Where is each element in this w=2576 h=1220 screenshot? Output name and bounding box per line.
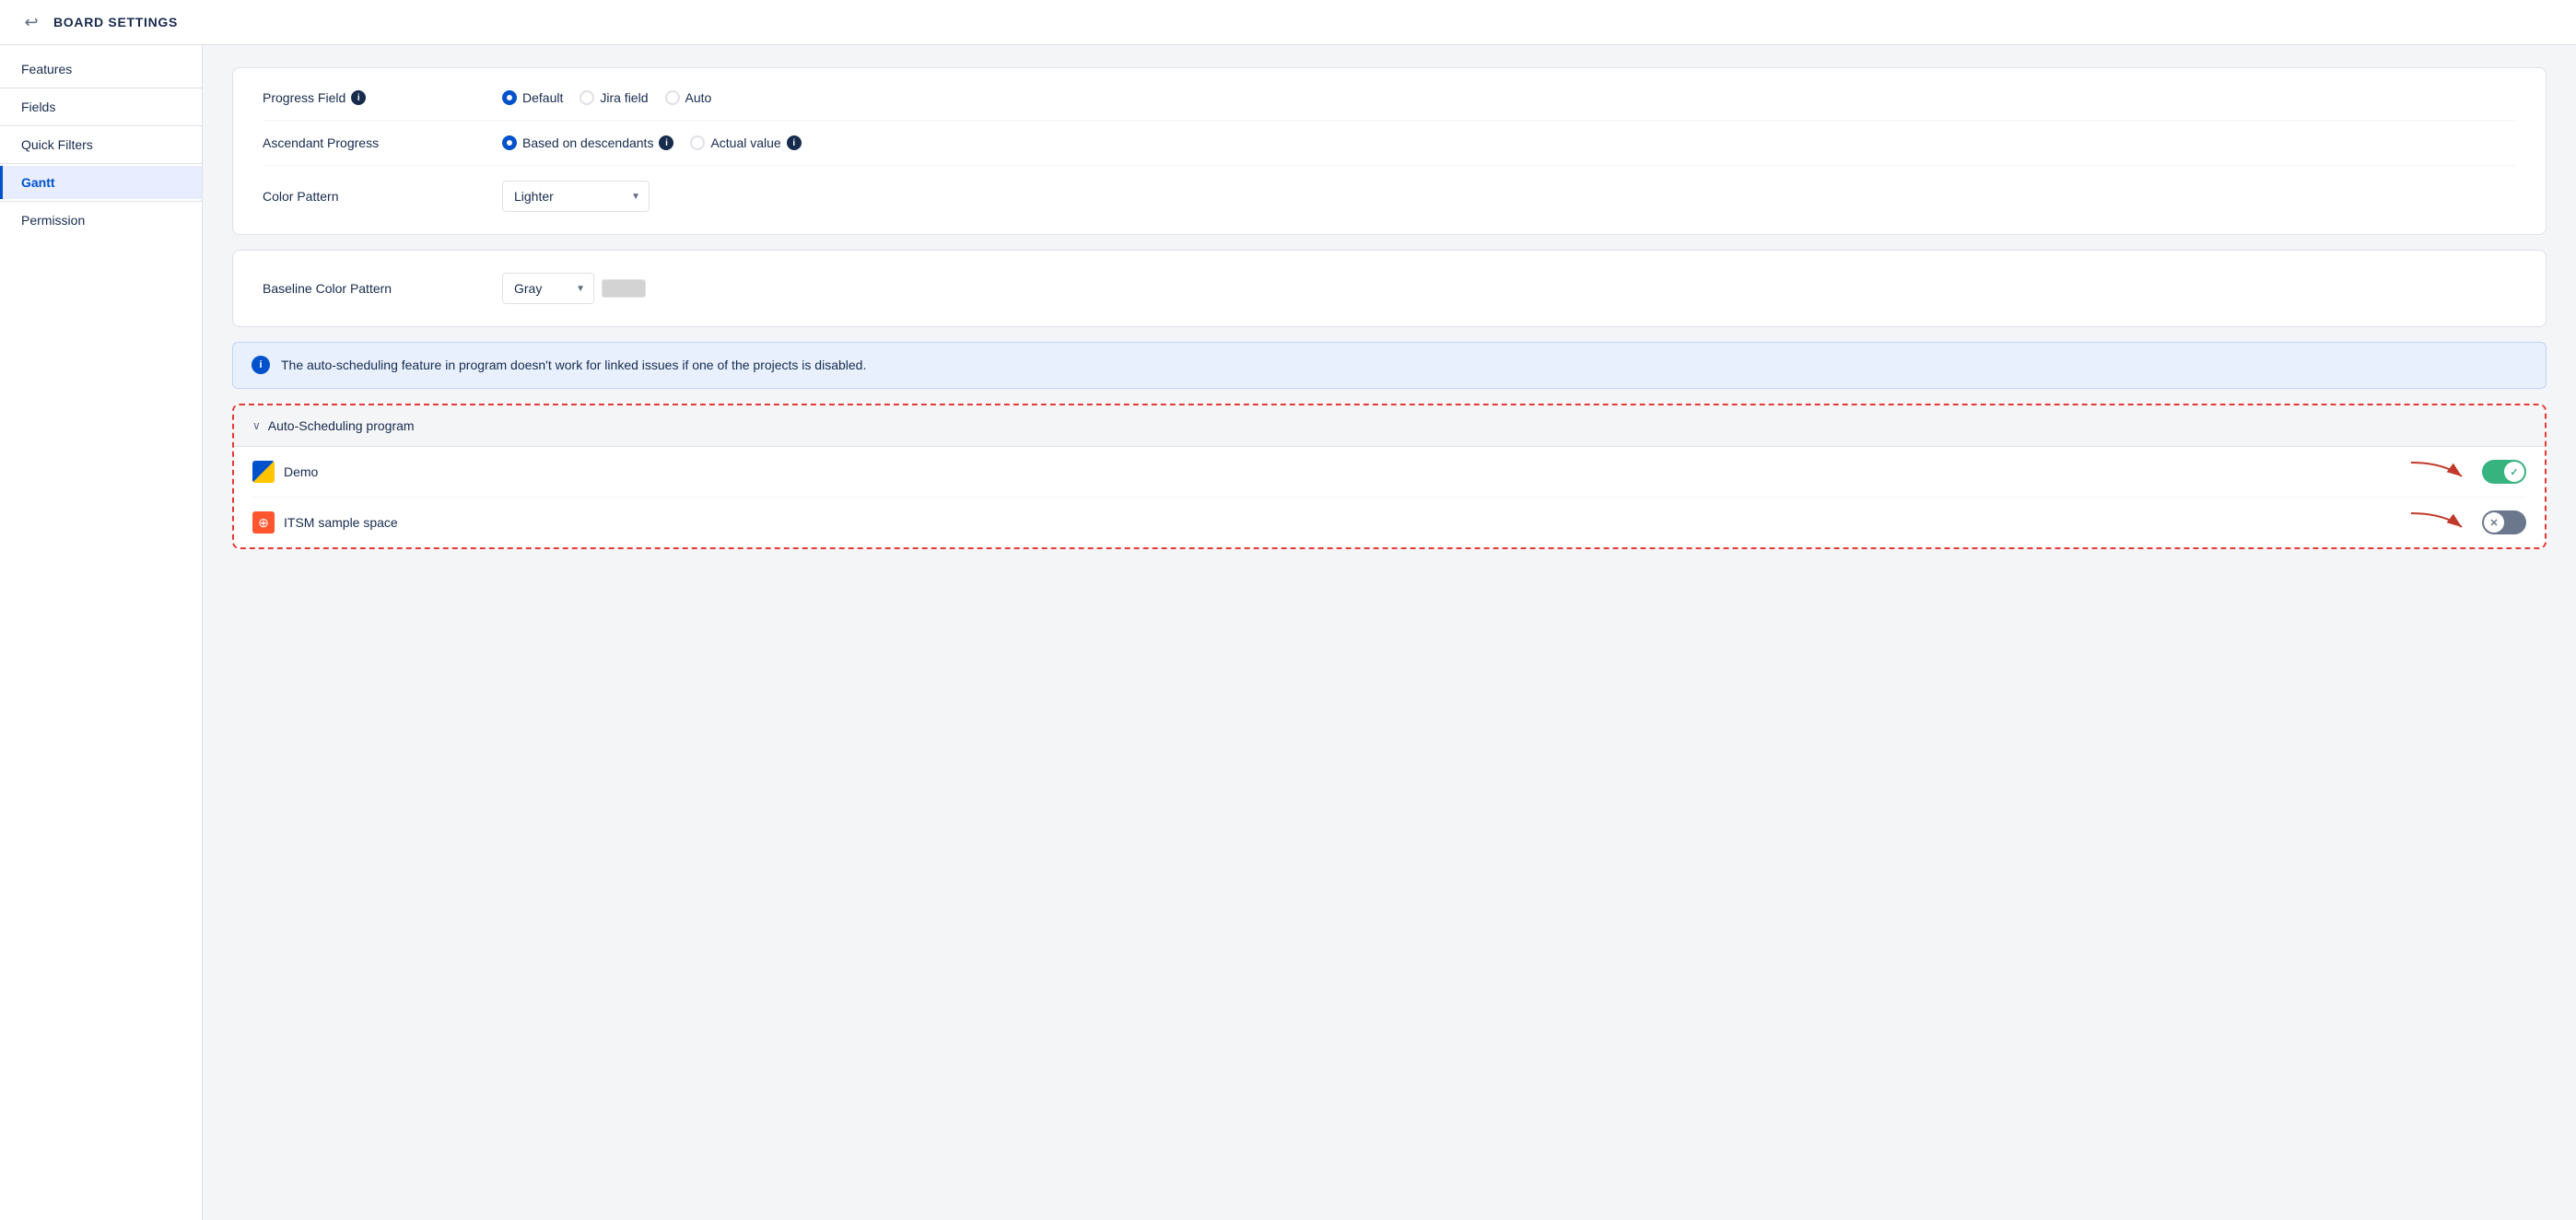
back-button[interactable]: ↩ [18,9,44,35]
settings-card: Progress Field i Default [232,67,2547,235]
ascendant-progress-controls: Based on descendants i Actual value i [502,135,2516,150]
sidebar-divider [0,125,202,126]
radio-actual-value[interactable] [690,135,705,150]
itsm-project-icon: ⊕ [252,511,275,534]
project-row-demo: Demo ✓ [252,447,2526,498]
radio-auto[interactable] [665,90,680,105]
info-banner: i The auto-scheduling feature in program… [232,342,2547,389]
info-banner-icon: i [252,356,270,374]
baseline-color-pattern-select[interactable]: Gray Blue Green Red [502,273,594,304]
sidebar-divider [0,163,202,164]
baseline-color-swatch [602,279,646,298]
baseline-color-pattern-row: Baseline Color Pattern Gray Blue Green R… [263,273,2516,304]
baseline-select-group: Gray Blue Green Red ▼ [502,273,646,304]
progress-field-radio-group: Default Jira field Auto [502,90,711,105]
project-row-itsm: ⊕ ITSM sample space [252,498,2526,547]
auto-scheduling-title: Auto-Scheduling program [268,418,415,433]
sidebar-item-quick-filters[interactable]: Quick Filters [0,128,202,161]
sidebar-divider [0,201,202,202]
progress-field-controls: Default Jira field Auto [502,90,2516,105]
demo-project-name: Demo [284,464,2482,479]
progress-field-info-icon[interactable]: i [351,90,366,105]
top-bar: ↩ BOARD SETTINGS [0,0,2576,45]
radio-default[interactable] [502,90,517,105]
demo-toggle[interactable]: ✓ [2482,460,2526,484]
page-title: BOARD SETTINGS [53,15,178,29]
sidebar-item-gantt[interactable]: Gantt [0,166,202,199]
radio-option-based-on-descendants[interactable]: Based on descendants i [502,135,673,150]
demo-project-icon [252,461,275,483]
check-icon: ✓ [2510,466,2518,478]
itsm-arrow-annotation [2406,509,2471,536]
progress-field-row: Progress Field i Default [263,90,2516,121]
content-area: Progress Field i Default [203,45,2576,1220]
baseline-color-pattern-card: Baseline Color Pattern Gray Blue Green R… [232,250,2547,327]
color-pattern-controls: Lighter Default Darker ▼ [502,181,2516,212]
x-icon: ✕ [2489,517,2498,529]
auto-scheduling-card: ∨ Auto-Scheduling program Demo [232,404,2547,549]
ascendant-progress-info-icon[interactable]: i [659,135,673,150]
app-wrapper: ↩ BOARD SETTINGS Features Fields Quick F… [0,0,2576,1220]
radio-option-auto[interactable]: Auto [665,90,712,105]
radio-option-actual-value[interactable]: Actual value i [690,135,801,150]
radio-based-on-descendants[interactable] [502,135,517,150]
radio-option-jira-field[interactable]: Jira field [580,90,648,105]
color-pattern-label: Color Pattern [263,189,502,204]
color-pattern-select-wrapper: Lighter Default Darker ▼ [502,181,650,212]
sidebar-item-permission[interactable]: Permission [0,204,202,237]
sidebar-item-fields[interactable]: Fields [0,90,202,123]
auto-scheduling-header: ∨ Auto-Scheduling program [234,405,2545,447]
actual-value-info-icon[interactable]: i [787,135,802,150]
ascendant-progress-label: Ascendant Progress [263,135,502,150]
baseline-color-pattern-controls: Gray Blue Green Red ▼ [502,273,2516,304]
radio-jira-field[interactable] [580,90,594,105]
color-pattern-select[interactable]: Lighter Default Darker [502,181,650,212]
ascendant-progress-row: Ascendant Progress Based on descendants … [263,121,2516,166]
baseline-color-pattern-label: Baseline Color Pattern [263,281,502,296]
demo-arrow-annotation [2406,458,2471,486]
itsm-toggle-knob: ✕ [2484,512,2504,533]
sidebar-item-features[interactable]: Features [0,53,202,86]
chevron-down-icon: ∨ [252,419,261,432]
itsm-toggle[interactable]: ✕ [2482,510,2526,534]
progress-field-label: Progress Field i [263,90,502,105]
sidebar: Features Fields Quick Filters Gantt Perm… [0,45,203,1220]
radio-option-default[interactable]: Default [502,90,563,105]
ascendant-progress-radio-group: Based on descendants i Actual value i [502,135,802,150]
main-layout: Features Fields Quick Filters Gantt Perm… [0,45,2576,1220]
color-pattern-row: Color Pattern Lighter Default Darker ▼ [263,166,2516,212]
auto-scheduling-body: Demo ✓ [234,447,2545,547]
info-banner-text: The auto-scheduling feature in program d… [281,356,866,375]
itsm-project-name: ITSM sample space [284,515,2482,530]
baseline-select-wrapper: Gray Blue Green Red ▼ [502,273,594,304]
demo-toggle-knob: ✓ [2504,462,2524,482]
